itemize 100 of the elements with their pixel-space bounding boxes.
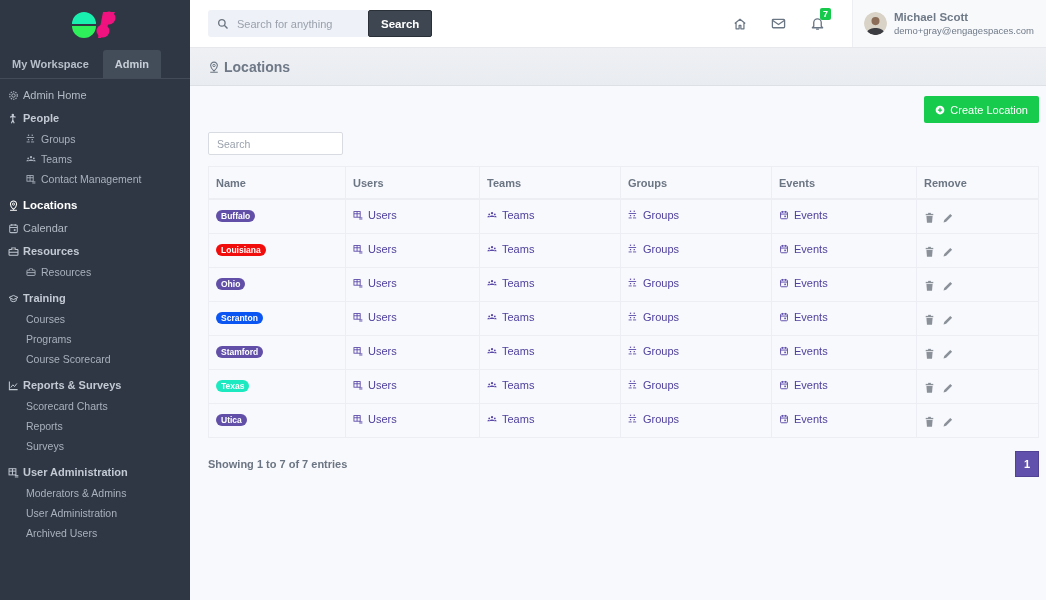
table-link[interactable]: Groups <box>628 243 680 255</box>
table-link[interactable]: Teams <box>487 379 535 391</box>
people-icon <box>487 244 497 254</box>
sidebar-subitem[interactable]: Course Scorecard <box>8 349 190 369</box>
sidebar-subitem[interactable]: Surveys <box>8 436 190 456</box>
sidebar-subitem[interactable]: Scorecard Charts <box>8 396 190 416</box>
table-link[interactable]: Users <box>353 311 397 323</box>
pencil-icon[interactable] <box>942 348 954 360</box>
sidebar-subitem[interactable]: Teams <box>8 149 190 169</box>
table-icon <box>353 244 363 254</box>
trash-icon[interactable] <box>924 280 935 292</box>
search-field[interactable]: Search for anything <box>208 10 368 37</box>
table-link[interactable]: Groups <box>628 311 680 323</box>
sidebar-subitem[interactable]: Moderators & Admins <box>8 483 190 503</box>
sidebar-subitem[interactable]: Programs <box>8 329 190 349</box>
search-field[interactable]: Search <box>208 132 343 155</box>
table-link[interactable]: Teams <box>487 209 535 221</box>
workspace-tab[interactable]: Admin <box>102 50 162 78</box>
table-link[interactable]: Users <box>353 209 397 221</box>
workspace-tab[interactable]: My Workspace <box>0 50 101 78</box>
sidebar-subitem[interactable]: User Administration <box>8 503 190 523</box>
sidebar-subitem[interactable]: Groups <box>8 129 190 149</box>
table-link[interactable]: Events <box>779 413 828 425</box>
briefcase-icon <box>8 245 19 257</box>
sidebar-item[interactable]: User Administration <box>8 465 190 479</box>
trash-icon[interactable] <box>924 382 935 394</box>
table-link[interactable]: Users <box>353 345 397 357</box>
table-icon <box>353 346 363 356</box>
table-link[interactable]: Events <box>779 277 828 289</box>
column-header: Teams <box>479 166 621 199</box>
column-header: Groups <box>620 166 772 199</box>
search-button[interactable]: Search <box>368 10 433 37</box>
calendar-icon <box>779 210 789 220</box>
table-link[interactable]: Teams <box>487 277 535 289</box>
column-header: Events <box>771 166 917 199</box>
location-tag[interactable]: Stamford <box>216 346 264 358</box>
calendar-icon <box>779 312 789 322</box>
pencil-icon[interactable] <box>942 416 954 428</box>
people-icon <box>487 210 497 220</box>
table-link[interactable]: Teams <box>487 413 535 425</box>
location-tag[interactable]: Louisiana <box>216 244 266 256</box>
table-link[interactable]: Events <box>779 209 828 221</box>
sidebar-item[interactable]: Reports & Surveys <box>8 378 190 392</box>
sidebar-item[interactable]: Calendar <box>8 221 190 235</box>
people-icon <box>487 312 497 322</box>
location-tag[interactable]: Buffalo <box>216 210 256 222</box>
table-link[interactable]: Users <box>353 277 397 289</box>
table-link[interactable]: Groups <box>628 413 680 425</box>
table-link[interactable]: Users <box>353 413 397 425</box>
people-icon <box>487 380 497 390</box>
location-tag[interactable]: Ohio <box>216 278 246 290</box>
location-tag[interactable]: Utica <box>216 414 247 426</box>
table-link[interactable]: Teams <box>487 243 535 255</box>
mail-icon <box>771 16 786 31</box>
table-link[interactable]: Events <box>779 243 828 255</box>
people-icon <box>487 414 497 424</box>
trash-icon[interactable] <box>924 246 935 258</box>
column-header: Users <box>345 166 480 199</box>
page-title: Locations <box>224 58 291 75</box>
table-link[interactable]: Users <box>353 243 397 255</box>
plus-icon <box>935 104 946 115</box>
sidebar-item[interactable]: Resources <box>8 244 190 258</box>
sidebar-item[interactable]: Locations <box>8 198 190 212</box>
table-icon <box>8 466 19 478</box>
pencil-icon[interactable] <box>942 212 954 224</box>
table-link[interactable]: Groups <box>628 379 680 391</box>
sidebar-subitem[interactable]: Contact Management <box>8 169 190 189</box>
table-link[interactable]: Events <box>779 311 828 323</box>
table-link[interactable]: Events <box>779 345 828 357</box>
sidebar-subitem[interactable]: Reports <box>8 416 190 436</box>
table-link[interactable]: Groups <box>628 345 680 357</box>
trash-icon[interactable] <box>924 348 935 360</box>
gear-icon <box>8 89 19 101</box>
table-link[interactable]: Groups <box>628 209 680 221</box>
table-icon <box>26 174 36 184</box>
sidebar-item[interactable]: Admin Home <box>8 88 190 102</box>
sidebar-subitem[interactable]: Archived Users <box>8 523 190 543</box>
pencil-icon[interactable] <box>942 382 954 394</box>
table-icon <box>353 210 363 220</box>
table-link[interactable]: Events <box>779 379 828 391</box>
calendar-icon <box>779 346 789 356</box>
location-tag[interactable]: Scranton <box>216 312 263 324</box>
page-button[interactable]: 1 <box>1015 451 1039 477</box>
pencil-icon[interactable] <box>942 280 954 292</box>
trash-icon[interactable] <box>924 416 935 428</box>
table-icon <box>353 312 363 322</box>
pencil-icon[interactable] <box>942 314 954 326</box>
pencil-icon[interactable] <box>942 246 954 258</box>
sidebar-subitem[interactable]: Resources <box>8 262 190 282</box>
sidebar-item[interactable]: Training <box>8 291 190 305</box>
sidebar-item[interactable]: People <box>8 111 190 125</box>
sidebar-subitem[interactable]: Courses <box>8 309 190 329</box>
people-icon <box>487 346 497 356</box>
table-link[interactable]: Users <box>353 379 397 391</box>
trash-icon[interactable] <box>924 314 935 326</box>
table-link[interactable]: Teams <box>487 345 535 357</box>
table-link[interactable]: Teams <box>487 311 535 323</box>
table-link[interactable]: Groups <box>628 277 680 289</box>
graduation-cap-icon <box>8 292 19 304</box>
trash-icon[interactable] <box>924 212 935 224</box>
